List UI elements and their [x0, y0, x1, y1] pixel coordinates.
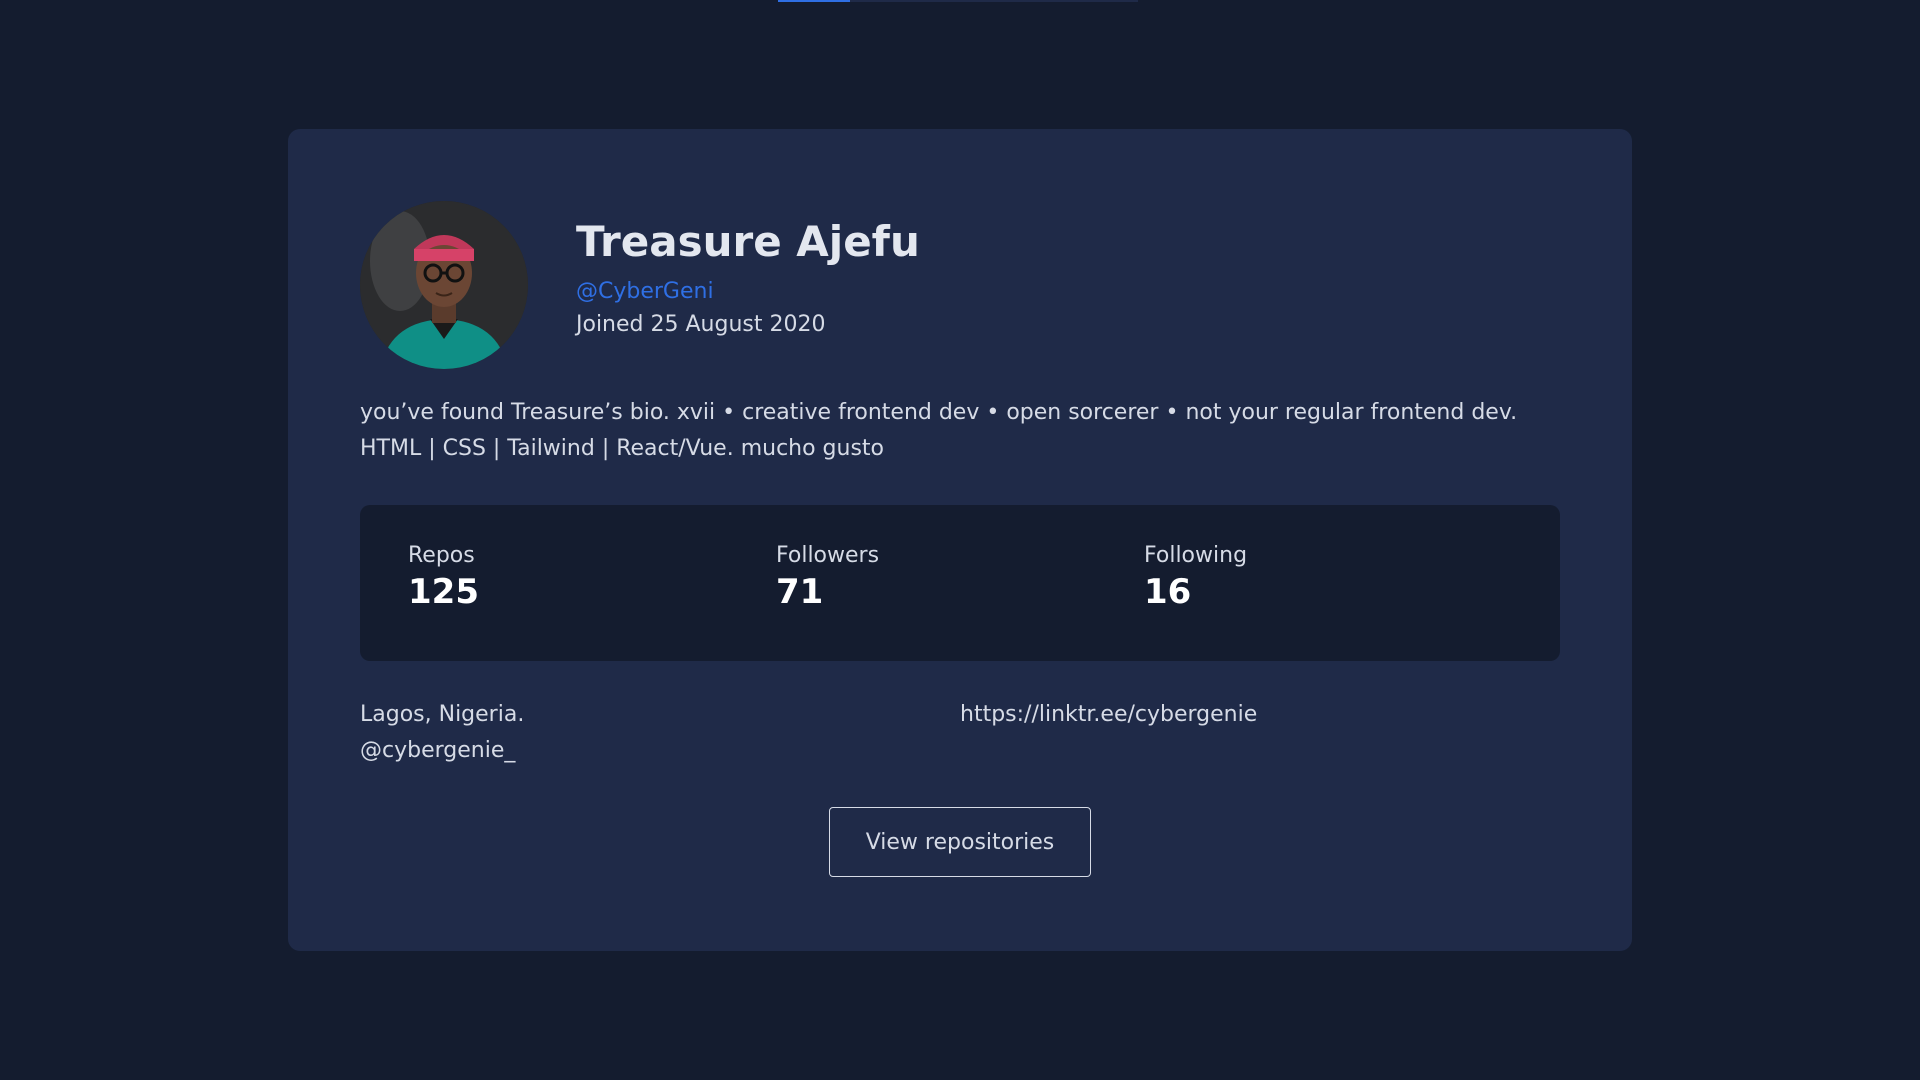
- profile-header: Treasure Ajefu @CyberGeni Joined 25 Augu…: [360, 201, 1560, 369]
- links-right-column: https://linktr.ee/cybergenie: [960, 697, 1560, 769]
- joined-date: Joined 25 August 2020: [576, 312, 826, 338]
- active-tab-marker: [778, 0, 850, 2]
- avatar-image: [360, 201, 528, 369]
- stat-following: Following 16: [1144, 543, 1512, 623]
- website-link[interactable]: https://linktr.ee/cybergenie: [960, 702, 1257, 727]
- profile-links: Lagos, Nigeria. @cybergenie_ https://lin…: [360, 697, 1560, 769]
- location-text: Lagos, Nigeria.: [360, 702, 525, 727]
- stat-repos: Repos 125: [408, 543, 776, 623]
- stat-label: Following: [1144, 543, 1248, 568]
- actions-row: View repositories: [360, 807, 1560, 877]
- twitter-handle-link[interactable]: @cybergenie_: [360, 738, 515, 763]
- profile-identity: Treasure Ajefu @CyberGeni Joined 25 Augu…: [576, 201, 920, 337]
- profile-card: Treasure Ajefu @CyberGeni Joined 25 Augu…: [288, 129, 1632, 951]
- bio-line: you’ve found Treasure’s bio. xvii • crea…: [360, 400, 1518, 425]
- top-tab-indicator: [778, 0, 1138, 2]
- stats-panel: Repos 125 Followers 71 Following 16: [360, 505, 1560, 661]
- stat-value: 16: [1144, 572, 1192, 612]
- github-handle-link[interactable]: @CyberGeni: [576, 279, 920, 304]
- profile-name: Treasure Ajefu: [576, 217, 920, 266]
- stat-label: Followers: [776, 543, 880, 568]
- avatar: [360, 201, 528, 369]
- stat-value: 125: [408, 572, 479, 612]
- stat-followers: Followers 71: [776, 543, 1144, 623]
- stat-label: Repos: [408, 543, 475, 568]
- bio-line: HTML | CSS | Tailwind | React/Vue. mucho…: [360, 436, 885, 461]
- view-repositories-button[interactable]: View repositories: [829, 807, 1091, 877]
- profile-bio: you’ve found Treasure’s bio. xvii • crea…: [360, 395, 1570, 467]
- stat-value: 71: [776, 572, 824, 612]
- links-left-column: Lagos, Nigeria. @cybergenie_: [360, 697, 960, 769]
